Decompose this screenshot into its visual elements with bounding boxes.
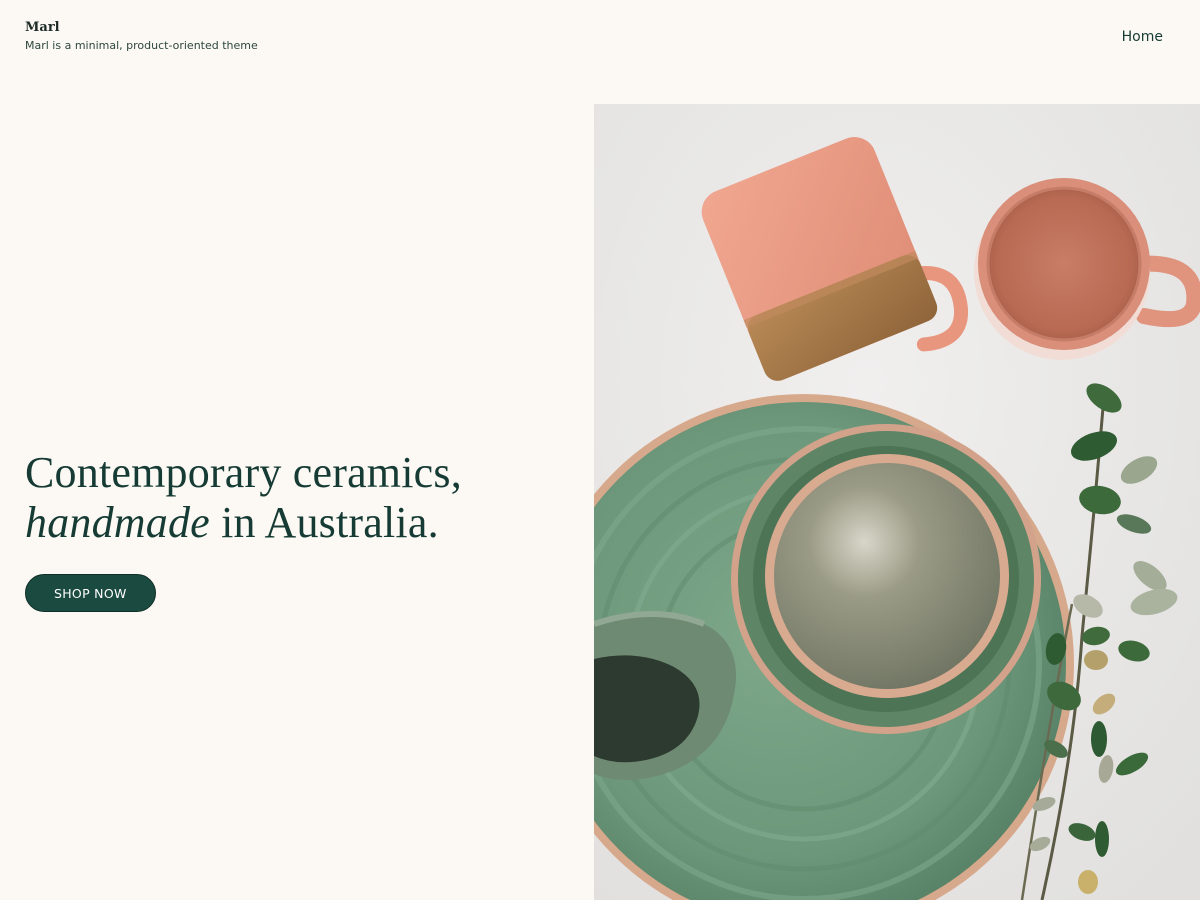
site-title[interactable]: Marl: [25, 20, 258, 36]
hero-copy: Contemporary ceramics, handmade in Austr…: [25, 448, 565, 612]
hero-heading-emphasis: handmade: [25, 498, 210, 547]
hero-heading-line-1: Contemporary ceramics,: [25, 448, 462, 497]
shop-now-button[interactable]: SHOP NOW: [25, 574, 156, 612]
ceramics-photo: [594, 104, 1200, 900]
hero-image: [594, 104, 1200, 900]
primary-nav: Home: [1122, 28, 1163, 46]
hero-heading-line-2: handmade in Australia.: [25, 498, 565, 548]
nav-link-home[interactable]: Home: [1122, 29, 1163, 45]
site-branding: Marl Marl is a minimal, product-oriented…: [25, 20, 258, 53]
site-tagline: Marl is a minimal, product-oriented them…: [25, 39, 258, 52]
nested-bowls: [731, 424, 1041, 734]
site-header: Marl Marl is a minimal, product-oriented…: [0, 0, 1200, 80]
hero-heading-line-2-rest: in Australia.: [209, 498, 439, 547]
hero-heading: Contemporary ceramics, handmade in Austr…: [25, 448, 565, 548]
